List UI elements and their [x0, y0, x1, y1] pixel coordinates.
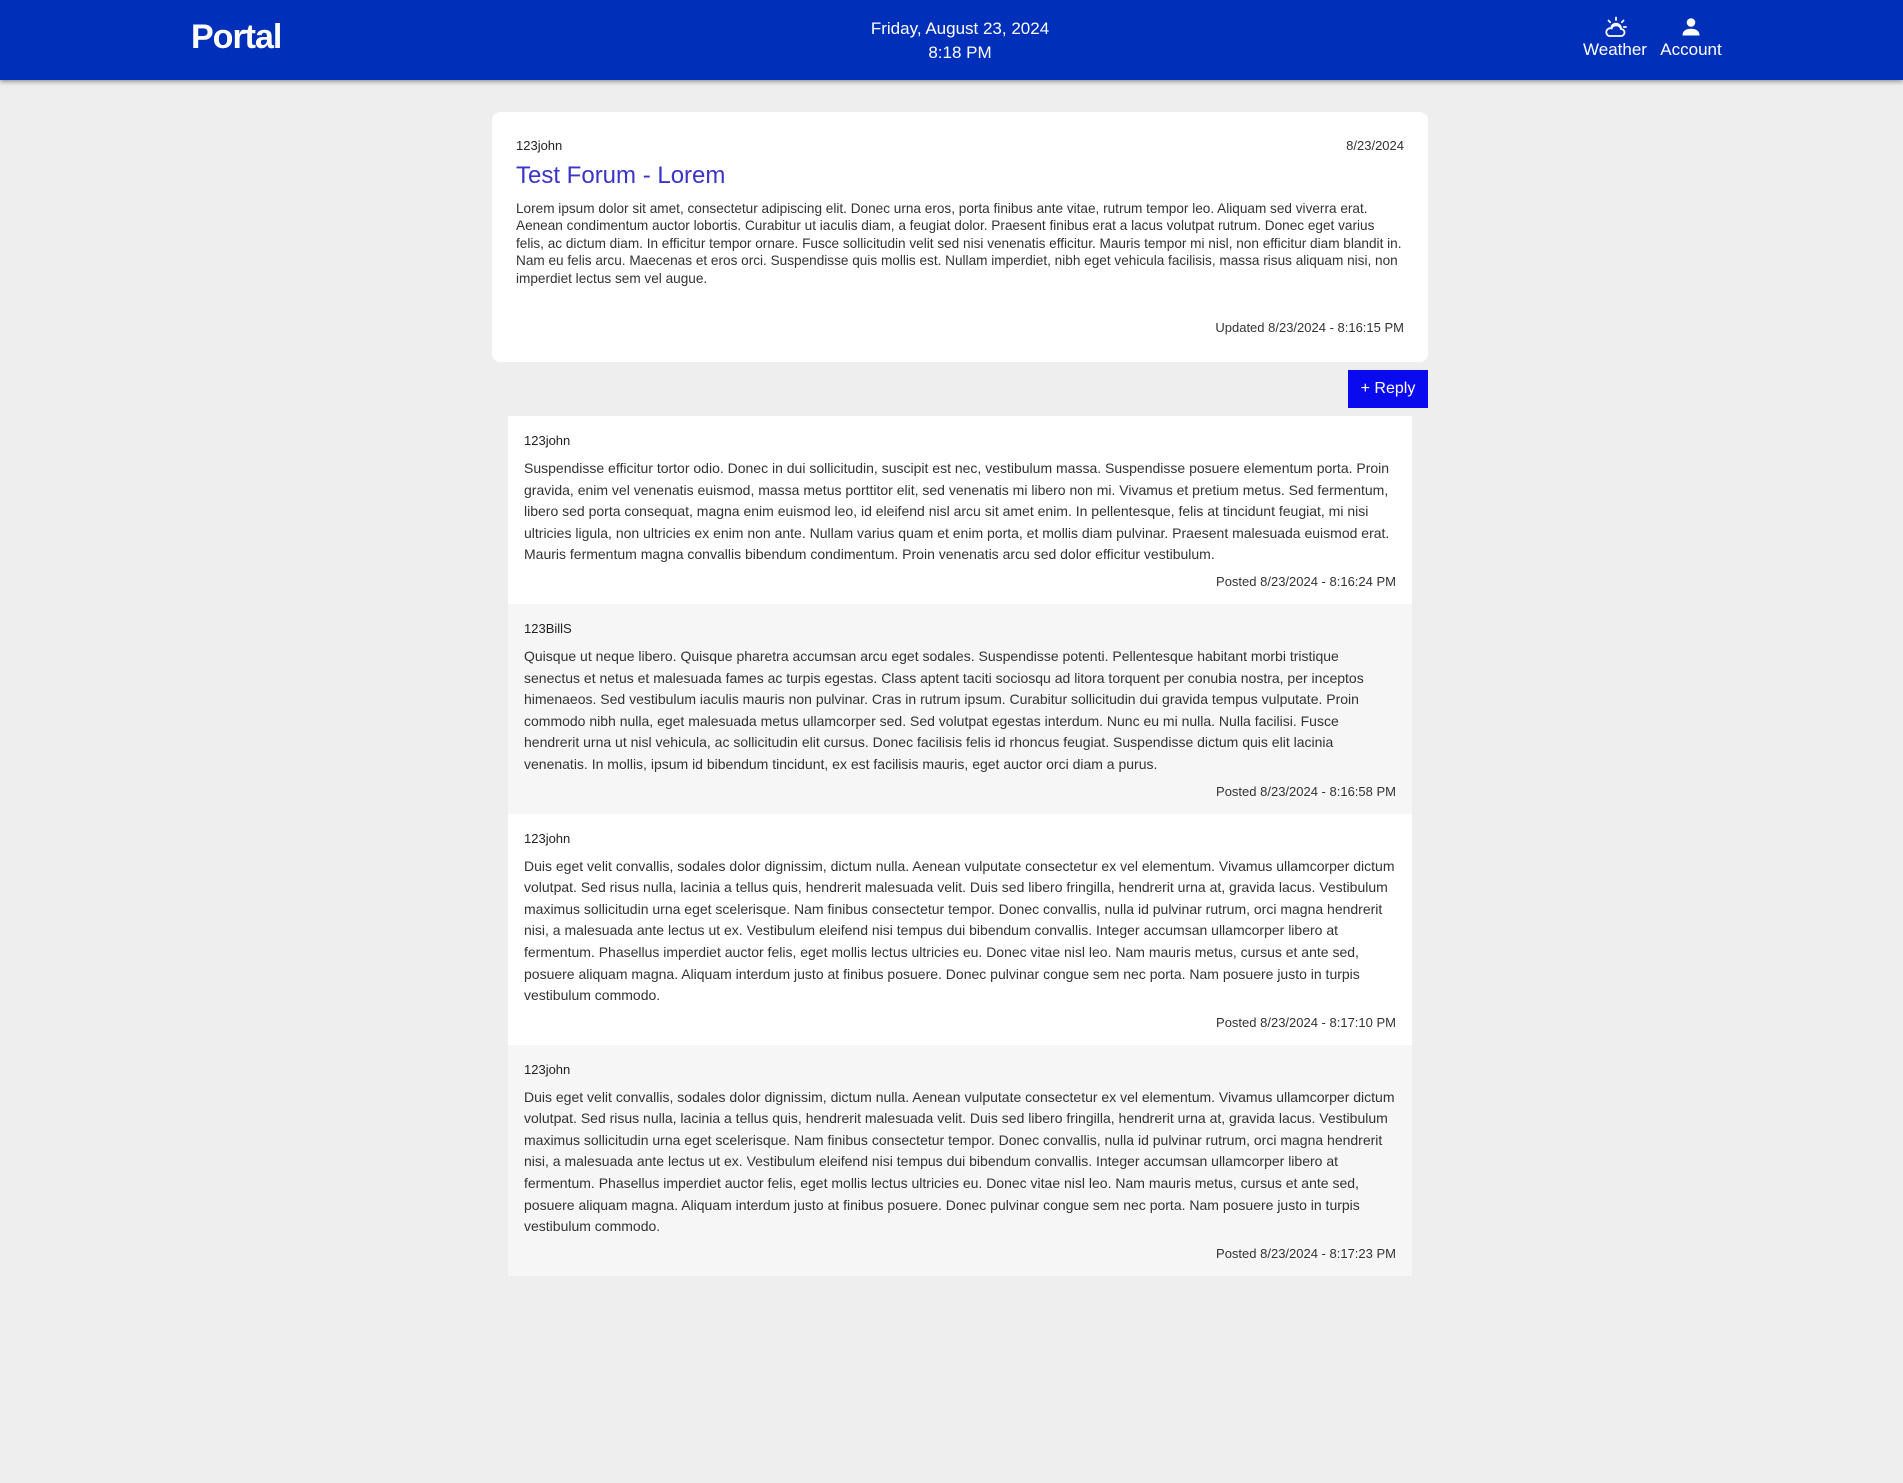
post-author: 123john [516, 138, 563, 153]
reply-timestamp: Posted 8/23/2024 - 8:16:24 PM [1216, 573, 1396, 589]
reply-item: 123john Duis eget velit convallis, sodal… [508, 1044, 1412, 1276]
forum-post-card: 123john 8/23/2024 Test Forum - Lorem Lor… [492, 112, 1428, 362]
reply-text: Duis eget velit convallis, sodales dolor… [524, 857, 1395, 1004]
brand-logo[interactable]: Portal [191, 18, 282, 57]
current-date: Friday, August 23, 2024 [870, 19, 1050, 38]
account-label: Account [1660, 40, 1722, 59]
post-title: Test Forum - Lorem [516, 162, 726, 189]
post-updated-timestamp: Updated 8/23/2024 - 8:16:15 PM [1215, 320, 1404, 335]
date-time-display: Friday, August 23, 2024 8:18 PM [820, 17, 1100, 65]
current-time: 8:18 PM [928, 43, 992, 62]
weather-button[interactable]: Weather [1583, 16, 1647, 60]
post-date: 8/23/2024 [1346, 138, 1404, 153]
reply-timestamp: Posted 8/23/2024 - 8:17:23 PM [1216, 1245, 1396, 1261]
reply-item: 123john Suspendisse efficitur tortor odi… [508, 416, 1412, 604]
reply-item: 123john Duis eget velit convallis, sodal… [508, 813, 1412, 1045]
app-header: Portal Friday, August 23, 2024 8:18 PM W… [0, 0, 1903, 80]
person-icon [1682, 18, 1700, 36]
reply-author: 123john [524, 830, 571, 846]
reply-timestamp: Posted 8/23/2024 - 8:16:58 PM [1216, 783, 1396, 799]
weather-label: Weather [1583, 40, 1647, 59]
reply-text: Duis eget velit convallis, sodales dolor… [524, 1088, 1395, 1235]
reply-text: Suspendisse efficitur tortor odio. Donec… [524, 460, 1390, 563]
reply-timestamp: Posted 8/23/2024 - 8:17:10 PM [1216, 1014, 1396, 1030]
reply-text: Quisque ut neque libero. Quisque pharetr… [524, 647, 1364, 772]
post-body: Lorem ipsum dolor sit amet, consectetur … [516, 201, 1402, 286]
reply-button[interactable]: + Reply [1348, 370, 1428, 408]
weather-icon [1605, 16, 1627, 37]
reply-author: 123BillS [524, 620, 572, 636]
account-button[interactable]: Account [1657, 16, 1725, 60]
reply-author: 123john [524, 433, 571, 448]
replies-list: 123john Suspendisse efficitur tortor odi… [508, 416, 1412, 1276]
reply-item: 123BillS Quisque ut neque libero. Quisqu… [508, 603, 1412, 814]
reply-author: 123john [524, 1061, 571, 1077]
